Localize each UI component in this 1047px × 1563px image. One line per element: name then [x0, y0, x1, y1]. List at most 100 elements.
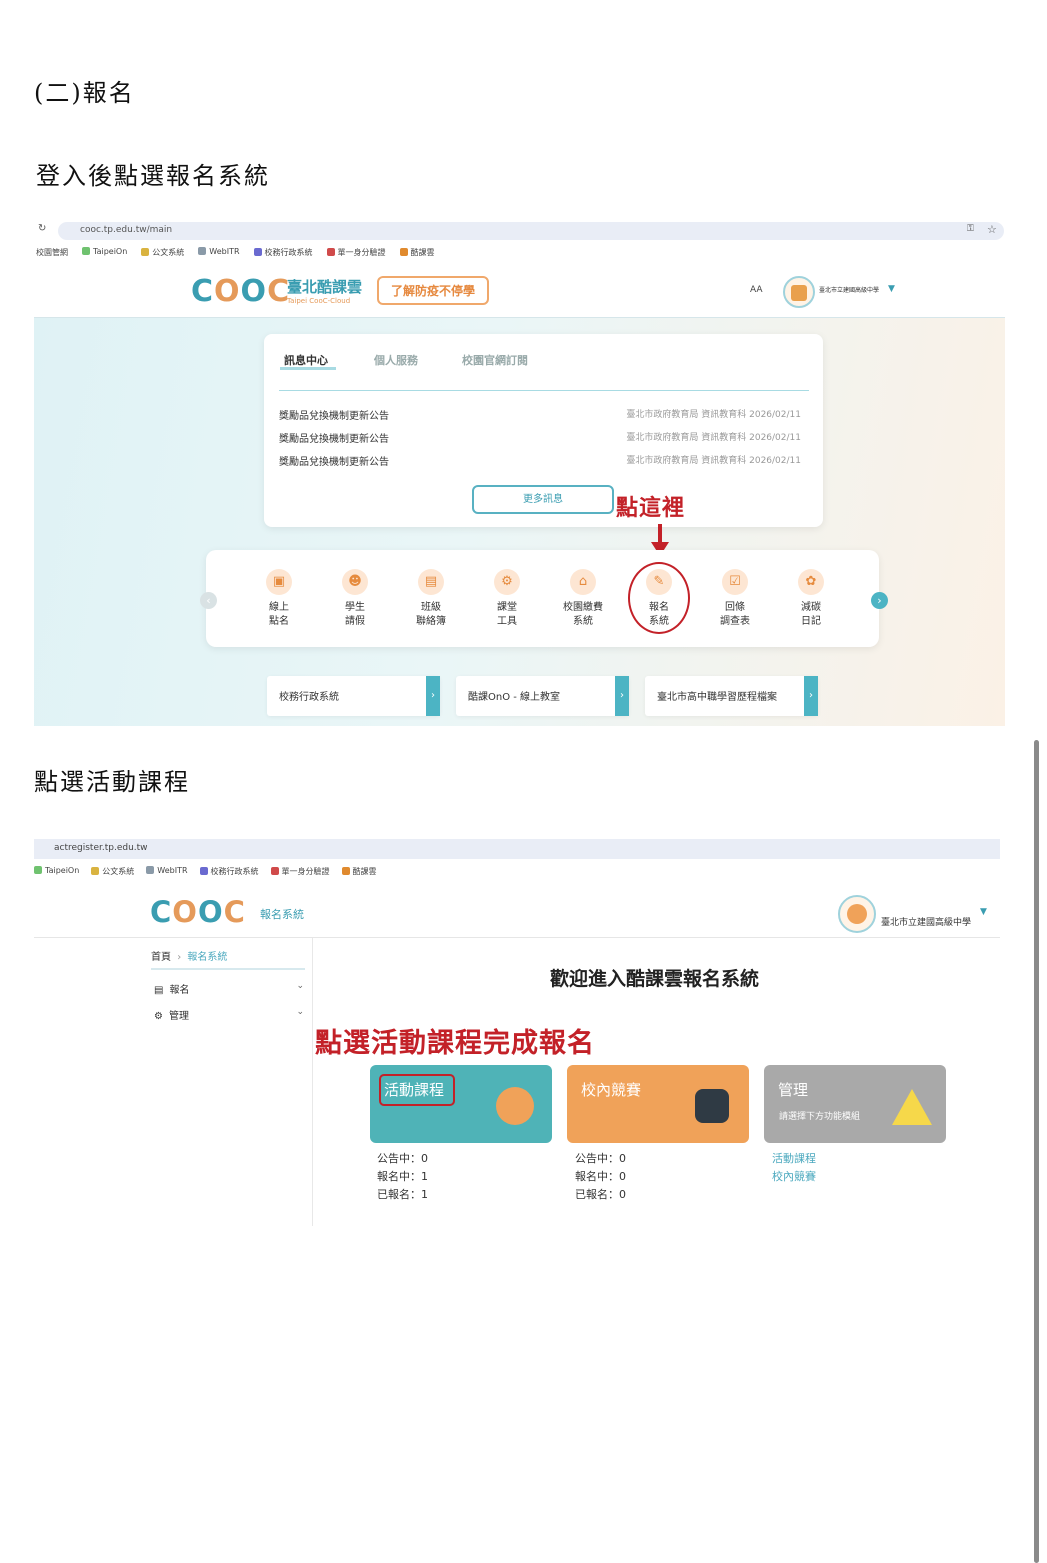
url-text: actregister.tp.edu.tw — [54, 843, 148, 853]
system-link-portfolio[interactable]: 臺北市高中職學習歷程檔案 › — [645, 676, 818, 716]
bookmark-item[interactable]: 校務行政系統 — [199, 866, 259, 882]
more-news-button[interactable]: 更多訊息 — [472, 485, 614, 514]
bookmark-item[interactable]: 公文系統 — [141, 247, 184, 262]
news-card: 訊息中心 個人服務 校園官網訂閱 獎勵品兌換機制更新公告 臺北市政府教育局 資訊… — [264, 334, 823, 527]
step2-text: 點選活動課程 — [34, 768, 190, 796]
chevron-right-icon: › — [804, 676, 818, 716]
tile-activity-course[interactable]: 活動課程 — [370, 1065, 552, 1143]
key-icon[interactable]: ⚿ — [967, 224, 974, 234]
sso-icon — [270, 867, 279, 875]
bookmark-item[interactable]: 酷課雲 — [341, 866, 377, 882]
tile-title: 管理 — [778, 1081, 809, 1099]
prev-arrow-icon[interactable]: ‹ — [200, 592, 217, 609]
tool-campus-payment[interactable]: ⌂ 校園繳費 系統 — [553, 569, 613, 629]
cooc-icon — [341, 867, 350, 875]
link-school-competition[interactable]: 校內競賽 — [772, 1168, 816, 1186]
bookmarks-bar: 校園管網 TaipeiOn 公文系統 WebITR 校務行政系統 單一身分驗證 … — [34, 244, 1005, 262]
system-link-admin[interactable]: 校務行政系統 › — [267, 676, 440, 716]
cooc-logo[interactable]: COOC — [191, 277, 290, 307]
tab-personal-service[interactable]: 個人服務 — [374, 352, 418, 368]
step1-text: 登入後點選報名系統 — [36, 162, 270, 190]
avatar[interactable] — [783, 276, 815, 308]
site-header: COOC 報名系統 臺北市立建國高級中學 ▼ — [34, 886, 1000, 938]
breadcrumb-home[interactable]: 首頁 — [151, 952, 171, 963]
bookmark-item[interactable]: 單一身分驗證 — [326, 247, 386, 262]
sidebar: 首頁 › 報名系統 ▤ 報名 ⌄ ⚙ 管理 ⌄ — [34, 938, 313, 1226]
next-arrow-icon[interactable]: › — [871, 592, 888, 609]
taipeion-icon — [82, 247, 90, 255]
cooc-icon — [399, 248, 408, 256]
tool-card: ‹ › ▣ 線上 點名 ☻ 學生 請假 ▤ 班級 聯絡簿 ⚙ 課堂 工具 ⌂ 校… — [200, 550, 888, 647]
chevron-right-icon: › — [426, 676, 440, 716]
mascot-icon — [892, 1089, 932, 1125]
chevron-right-icon: › — [615, 676, 629, 716]
clipboard-icon: ▣ — [266, 569, 292, 595]
avatar[interactable] — [838, 895, 876, 933]
bookmark-item[interactable]: 校務行政系統 — [253, 247, 313, 262]
admin-icon — [199, 867, 208, 875]
tile-manage[interactable]: 管理 請選擇下方功能模組 — [764, 1065, 946, 1143]
sso-icon — [326, 248, 335, 256]
tool-reply-survey[interactable]: ☑ 回條 調查表 — [705, 569, 765, 629]
document-icon — [141, 248, 150, 256]
tool-class-contact-book[interactable]: ▤ 班級 聯絡簿 — [401, 569, 461, 629]
tool-student-leave[interactable]: ☻ 學生 請假 — [325, 569, 385, 629]
screenshot-cooc-main: ↻ cooc.tp.edu.tw/main ⚿ ☆ 校園管網 TaipeiOn … — [34, 218, 1005, 726]
font-size-toggle[interactable]: AA — [750, 285, 763, 295]
bookmark-item[interactable]: WebITR — [146, 866, 188, 882]
tile-school-competition[interactable]: 校內競賽 — [567, 1065, 749, 1143]
sidebar-item-register[interactable]: ▤ 報名 ⌄ — [154, 981, 304, 996]
tool-classroom-tools[interactable]: ⚙ 課堂 工具 — [477, 569, 537, 629]
bookmark-item[interactable]: TaipeiOn — [82, 247, 127, 262]
webitr-icon — [146, 866, 155, 874]
bookmark-item[interactable]: 單一身分驗證 — [270, 866, 330, 882]
news-item[interactable]: 獎勵品兌換機制更新公告 臺北市政府教育局 資訊教育科 2026/02/11 — [279, 430, 809, 450]
annotation-click-here: 點這裡 — [616, 495, 686, 521]
promo-button[interactable]: 了解防疫不停學 — [377, 276, 490, 305]
news-item[interactable]: 獎勵品兌換機制更新公告 臺北市政府教育局 資訊教育科 2026/02/11 — [279, 453, 809, 473]
gear-icon: ⚙ — [154, 1011, 163, 1022]
chevron-right-icon: › — [177, 952, 182, 963]
page-scrollbar[interactable] — [1034, 740, 1039, 1563]
payment-icon: ⌂ — [570, 569, 596, 595]
tools-icon: ⚙ — [494, 569, 520, 595]
chevron-down-icon[interactable]: ▼ — [980, 907, 987, 917]
document-icon — [91, 867, 100, 875]
news-title: 獎勵品兌換機制更新公告 — [279, 434, 389, 445]
link-activity-course[interactable]: 活動課程 — [772, 1150, 816, 1168]
bookmark-item[interactable]: 酷課雲 — [399, 247, 435, 262]
avatar-image — [791, 285, 807, 301]
cooc-logo[interactable]: COOC — [150, 898, 246, 927]
news-meta: 臺北市政府教育局 資訊教育科 2026/02/11 — [626, 433, 801, 443]
address-bar[interactable]: cooc.tp.edu.tw/main — [58, 222, 1004, 240]
bookmark-item[interactable]: 校園管網 — [36, 247, 68, 262]
chevron-down-icon: ⌄ — [296, 981, 304, 991]
tile-title: 活動課程 — [384, 1081, 445, 1099]
manage-links: 活動課程 校內競賽 — [772, 1150, 816, 1186]
sidebar-item-manage[interactable]: ⚙ 管理 ⌄ — [154, 1007, 304, 1022]
news-item[interactable]: 獎勵品兌換機制更新公告 臺北市政府教育局 資訊教育科 2026/02/11 — [279, 407, 809, 427]
contact-book-icon: ▤ — [418, 569, 444, 595]
form-icon: ▤ — [154, 985, 164, 996]
taipeion-icon — [34, 866, 42, 874]
tool-carbon-diary[interactable]: ✿ 減碳 日記 — [781, 569, 841, 629]
bookmark-item[interactable]: TaipeiOn — [34, 866, 79, 882]
logo-caption: 臺北酷課雲 Taipei CooC-Cloud — [287, 276, 362, 305]
mascot-icon — [496, 1087, 534, 1125]
tab-school-site[interactable]: 校園官網訂閱 — [462, 352, 528, 368]
bookmark-item[interactable]: 公文系統 — [91, 866, 134, 882]
chevron-down-icon[interactable]: ▼ — [888, 284, 895, 294]
address-bar[interactable]: actregister.tp.edu.tw — [34, 839, 1000, 859]
news-title: 獎勵品兌換機制更新公告 — [279, 457, 389, 468]
bookmark-item[interactable]: WebITR — [198, 247, 240, 262]
system-link-ono[interactable]: 酷課OnO - 線上教室 › — [456, 676, 629, 716]
news-title: 獎勵品兌換機制更新公告 — [279, 411, 389, 422]
news-meta: 臺北市政府教育局 資訊教育科 2026/02/11 — [626, 410, 801, 420]
school-name: 臺北市立建國高級中學 — [819, 287, 880, 294]
reload-icon[interactable]: ↻ — [38, 223, 46, 234]
survey-icon: ☑ — [722, 569, 748, 595]
person-icon: ☻ — [342, 569, 368, 595]
tab-news-center[interactable]: 訊息中心 — [284, 352, 328, 368]
star-icon[interactable]: ☆ — [987, 223, 997, 236]
tool-online-rollcall[interactable]: ▣ 線上 點名 — [249, 569, 309, 629]
